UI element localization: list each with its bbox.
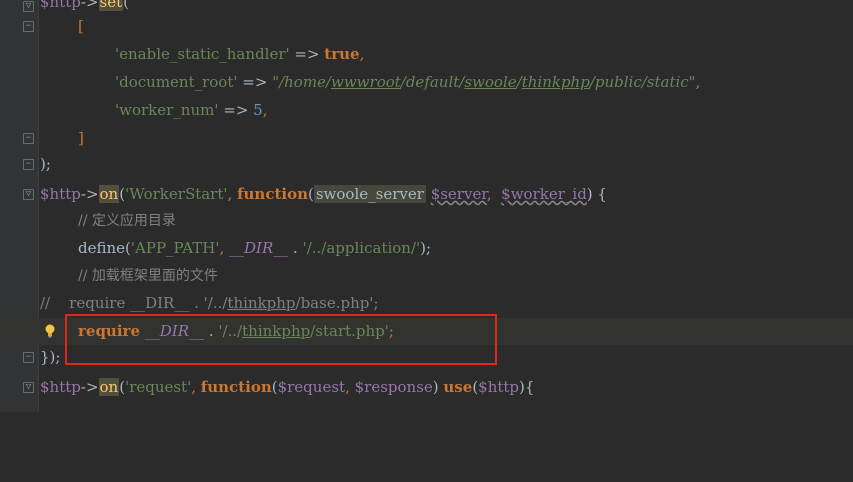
token-comment: // 定义应用目录: [78, 213, 176, 229]
token-comma: ,: [219, 239, 230, 257]
token-comment: // require __DIR__ . '/../: [40, 294, 228, 312]
token-comma: ,: [191, 378, 201, 396]
token-function: define: [78, 239, 126, 257]
token-paren: ){: [519, 378, 535, 396]
token-paren: ): [432, 378, 444, 396]
annotation-red-box: [65, 314, 497, 365]
token-bool: true: [324, 45, 360, 63]
token-paren: (: [123, 0, 129, 11]
token-var: $http: [40, 378, 81, 396]
token-string: /default/: [400, 73, 465, 91]
token-method: on: [98, 378, 120, 396]
token-keyword: use: [443, 378, 473, 396]
token-arrow: ->: [80, 378, 99, 396]
token-comment: thinkphp: [227, 294, 296, 312]
code-line-4: 'worker_num' => 5,: [0, 97, 853, 124]
lightbulb-icon[interactable]: [45, 324, 55, 338]
fold-marker-icon[interactable]: −: [23, 352, 34, 363]
code-line-6: − );: [0, 151, 853, 178]
token-paren: (: [308, 185, 314, 203]
fold-marker-icon[interactable]: −: [23, 159, 34, 170]
token-comma: ,: [359, 45, 365, 63]
token-arrow: =>: [218, 101, 254, 119]
token-param: $server: [430, 185, 487, 203]
token-method: on: [98, 185, 120, 203]
fold-marker-icon[interactable]: ▽: [23, 382, 34, 393]
token-concat: .: [288, 239, 303, 257]
token-string: 'document_root': [115, 73, 238, 91]
fold-marker-icon[interactable]: −: [23, 133, 34, 144]
fold-marker-icon[interactable]: −: [23, 21, 34, 32]
token-string: 'APP_PATH': [130, 239, 220, 257]
code-line-10: // 加载框架里面的文件: [0, 262, 853, 289]
token-param: $request: [277, 378, 346, 396]
token-string: 'request': [125, 378, 192, 396]
code-line-2: 'enable_static_handler' => true,: [0, 41, 853, 68]
code-line-8: // 定义应用目录: [0, 207, 853, 234]
token-method: set: [98, 0, 124, 11]
token-string: /public/static": [589, 73, 696, 91]
token-string: '/../application/': [302, 239, 421, 257]
token-string: 'worker_num': [115, 101, 219, 119]
code-line-11: // require __DIR__ . '/../thinkphp/base.…: [0, 290, 853, 317]
fold-marker-icon[interactable]: ▽: [23, 189, 34, 200]
token-string: 'WorkerStart': [125, 185, 228, 203]
code-line-9: define('APP_PATH', __DIR__ . '/../applic…: [0, 235, 853, 262]
token-var: $http: [40, 185, 81, 203]
token-param: $response: [354, 378, 433, 396]
token-string: 'enable_static_handler': [115, 45, 290, 63]
token-comment: // 加载框架里面的文件: [78, 268, 218, 284]
code-line-14: ▽ $http->on('request', function($request…: [0, 374, 853, 401]
token-string: swoole: [464, 73, 517, 91]
token-comma: ,: [262, 101, 268, 119]
token-string: wwwroot: [331, 73, 401, 91]
token-paren: );: [420, 239, 432, 257]
token-comma: ,: [345, 378, 355, 396]
token-arrow: =>: [237, 73, 273, 91]
token-param: $worker_id: [501, 185, 587, 203]
token-arrow: ->: [80, 185, 99, 203]
token-magic-const: __DIR__: [229, 239, 289, 257]
token-punct: );: [40, 155, 51, 173]
code-line-1: − [: [0, 13, 853, 40]
token-arrow: =>: [289, 45, 325, 63]
code-line-3: 'document_root' => "/home/wwwroot/defaul…: [0, 69, 853, 96]
token-paren: ) {: [586, 185, 607, 203]
code-line-5: − ]: [0, 125, 853, 152]
token-var: $http: [40, 0, 81, 11]
code-line-7: ▽ $http->on('WorkerStart', function(swoo…: [0, 181, 853, 208]
code-editor[interactable]: ▽ $http->set( − [ 'enable_static_handler…: [0, 0, 853, 412]
token-comma: ,: [695, 73, 701, 91]
token-number: 5: [253, 101, 263, 119]
token-keyword: function: [200, 378, 272, 396]
token-type: swoole_server: [313, 185, 426, 203]
token-arrow: ->: [80, 0, 99, 11]
token-punct: });: [40, 348, 61, 366]
token-param: $http: [478, 378, 520, 396]
token-bracket: ]: [78, 129, 84, 147]
token-comment: /base.php';: [295, 294, 379, 312]
token-string: thinkphp: [521, 73, 590, 91]
token-string: "/home/: [272, 73, 331, 91]
token-comma: ,: [486, 185, 502, 203]
fold-marker-icon[interactable]: ▽: [23, 1, 34, 12]
token-bracket: [: [78, 17, 84, 35]
token-comma: ,: [227, 185, 238, 203]
token-keyword: function: [237, 185, 308, 203]
